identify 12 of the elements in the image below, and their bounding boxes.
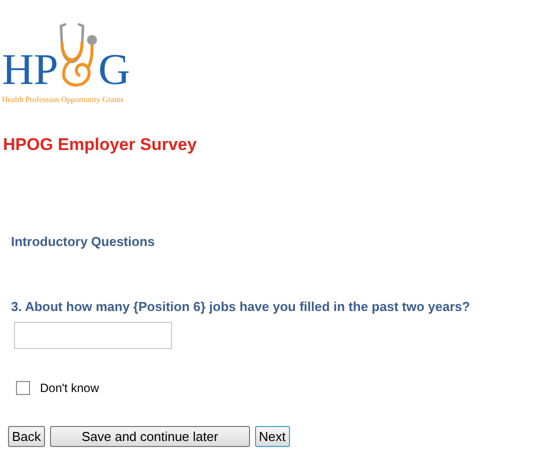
logo-tagline: Health Profession Opportunity Grants xyxy=(2,94,125,106)
form-button[interactable]: Back xyxy=(8,426,45,446)
dont-know-checkbox[interactable] xyxy=(16,380,30,394)
survey-title: HPOG Employer Survey xyxy=(3,134,198,156)
form-button[interactable]: Save and continue later xyxy=(50,426,250,446)
checkbox-label: Don't know xyxy=(40,380,99,396)
logo-letters: HP xyxy=(2,50,58,90)
logo-letters: G xyxy=(98,50,130,90)
question-text: 3. About how many {Position 6} jobs have you filled in the past two years? xyxy=(11,298,471,316)
form-button[interactable]: Next xyxy=(254,426,290,446)
answer-field[interactable] xyxy=(14,322,172,348)
section-heading: Introductory Questions xyxy=(11,232,156,251)
